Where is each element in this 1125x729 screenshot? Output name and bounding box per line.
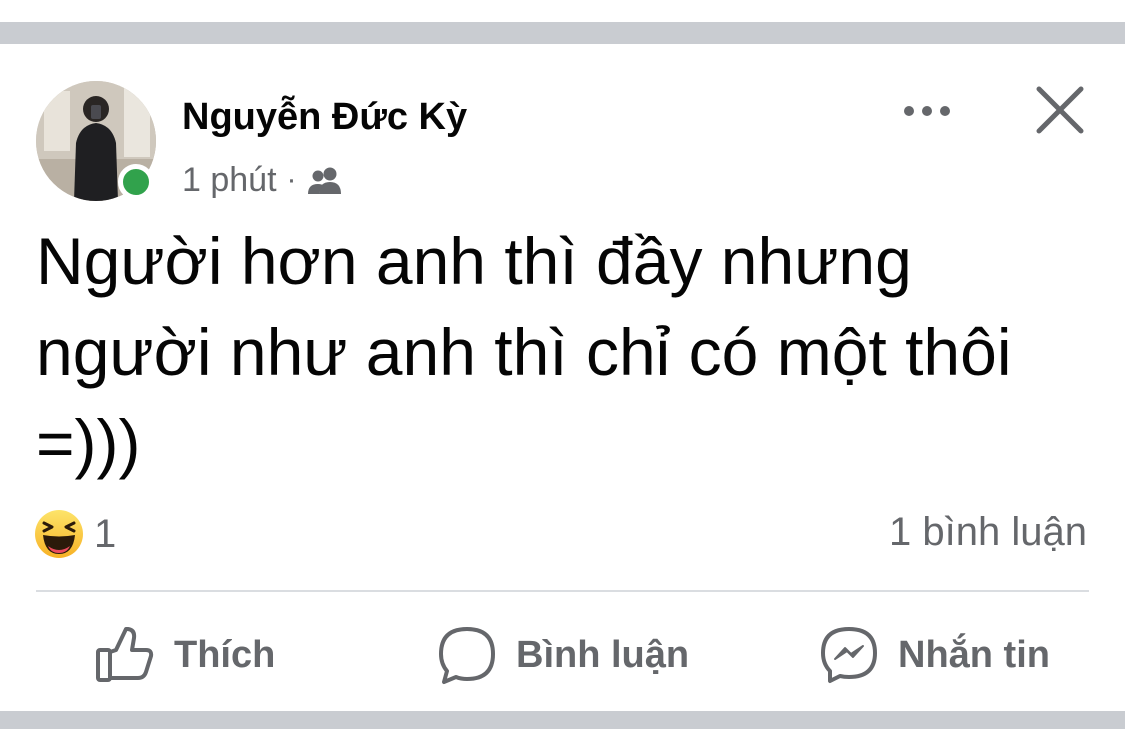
friends-icon[interactable] bbox=[307, 165, 343, 195]
online-status-indicator bbox=[118, 164, 154, 200]
reactions-summary[interactable]: 1 bbox=[34, 508, 116, 560]
post-body: Người hơn anh thì đầy nhưng người như an… bbox=[36, 216, 1096, 489]
post-meta: 1 phút · bbox=[182, 161, 343, 200]
more-horizontal-icon bbox=[904, 106, 950, 116]
haha-icon bbox=[34, 509, 84, 559]
comment-button[interactable]: Bình luận bbox=[436, 620, 689, 690]
post-time[interactable]: 1 phút bbox=[182, 161, 277, 200]
reaction-count: 1 bbox=[94, 511, 117, 556]
action-bar: Thích Bình luận Nhắn tin bbox=[0, 620, 1125, 690]
more-options-button[interactable] bbox=[900, 94, 954, 128]
like-button[interactable]: Thích bbox=[94, 620, 275, 690]
messenger-icon bbox=[818, 624, 880, 686]
send-message-button[interactable]: Nhắn tin bbox=[818, 620, 1050, 690]
top-edge bbox=[0, 0, 1125, 22]
post-text-line: =))) bbox=[36, 406, 141, 480]
post-text-line: người như anh thì chỉ có một thôi bbox=[36, 315, 1012, 389]
feed-separator-top bbox=[0, 22, 1125, 44]
post-text-line: Người hơn anh thì đầy nhưng bbox=[36, 224, 912, 298]
message-label: Nhắn tin bbox=[898, 633, 1050, 676]
comment-count[interactable]: 1 bình luận bbox=[889, 510, 1087, 555]
meta-separator: · bbox=[286, 163, 297, 196]
feed-separator-bottom bbox=[0, 711, 1125, 729]
author-name[interactable]: Nguyễn Đức Kỳ bbox=[182, 96, 467, 139]
divider bbox=[36, 590, 1089, 592]
comment-label: Bình luận bbox=[516, 633, 690, 676]
post-card: Nguyễn Đức Kỳ 1 phút · Người hơn anh thì… bbox=[0, 44, 1125, 711]
close-post-button[interactable] bbox=[1030, 86, 1090, 136]
thumbs-up-icon bbox=[94, 624, 156, 686]
close-icon bbox=[1036, 86, 1084, 134]
like-label: Thích bbox=[174, 633, 276, 676]
comment-icon bbox=[436, 624, 498, 686]
